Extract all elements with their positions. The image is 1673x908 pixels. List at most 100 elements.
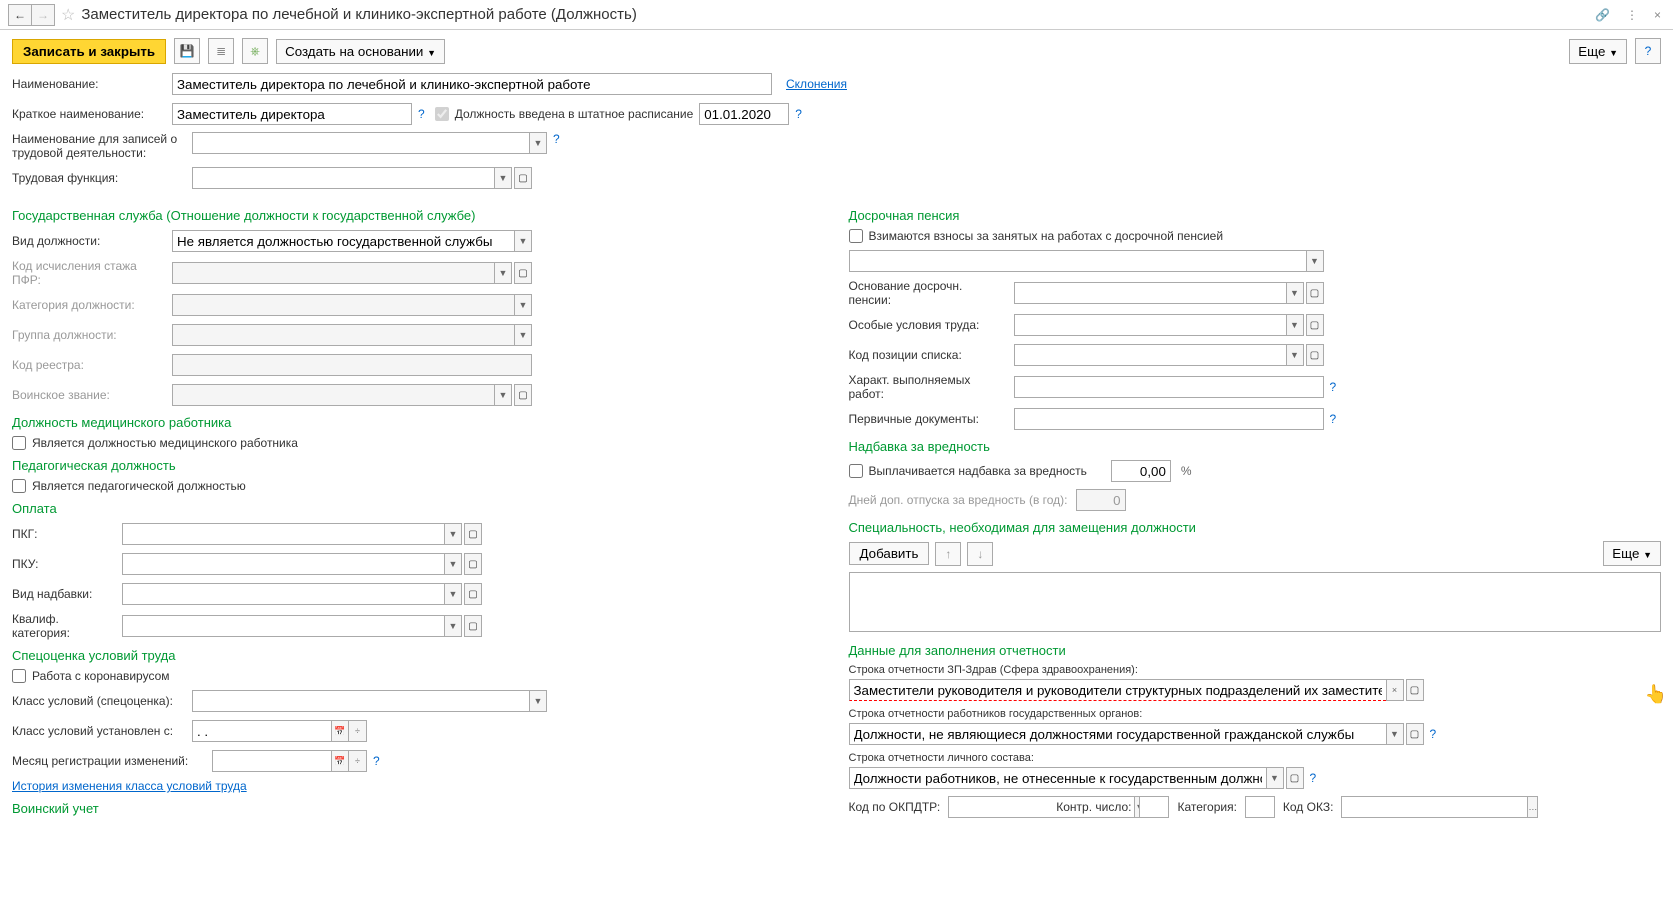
hazard-paid-checkbox[interactable]	[849, 464, 863, 478]
save-close-button[interactable]: Записать и закрыть	[12, 39, 166, 64]
work-nature-input[interactable]	[1014, 376, 1324, 398]
hazard-amount-input[interactable]	[1111, 460, 1171, 482]
control-num-input[interactable]	[1139, 796, 1169, 818]
work-nature-label: Характ. выполняемых работ:	[849, 373, 1014, 401]
spinner-button[interactable]: ÷	[349, 750, 367, 772]
dropdown-button[interactable]: ▼	[1306, 250, 1324, 272]
nav-back-button[interactable]: ←	[8, 4, 32, 26]
help-icon[interactable]: ?	[373, 754, 380, 768]
gov-workers-input[interactable]	[849, 723, 1386, 745]
help-icon[interactable]: ?	[795, 107, 802, 121]
specialty-list[interactable]	[849, 572, 1662, 632]
create-based-button[interactable]: Создать на основании ▼	[276, 39, 445, 64]
covid-checkbox[interactable]	[12, 669, 26, 683]
nav-forward-button[interactable]: →	[31, 4, 55, 26]
in-schedule-date-input[interactable]	[699, 103, 789, 125]
open-button[interactable]: ▢	[514, 167, 532, 189]
open-button[interactable]: ▢	[464, 553, 482, 575]
help-icon[interactable]: ?	[1430, 727, 1437, 741]
conditions-class-label: Класс условий (спецоценка):	[12, 694, 192, 708]
open-button[interactable]: ▢	[464, 583, 482, 605]
dropdown-button[interactable]: ▼	[1286, 282, 1304, 304]
favorite-star-icon[interactable]: ☆	[61, 5, 75, 25]
class-set-from-label: Класс условий установлен с:	[12, 724, 192, 738]
open-button[interactable]: ▢	[1406, 723, 1424, 745]
open-button[interactable]: ▢	[1306, 282, 1324, 304]
add-button[interactable]: Добавить	[849, 542, 930, 565]
help-icon[interactable]: ?	[553, 132, 560, 146]
open-button[interactable]: ▢	[464, 523, 482, 545]
conditions-input[interactable]	[1014, 314, 1286, 336]
is-pedagogical-checkbox[interactable]	[12, 479, 26, 493]
class-history-link[interactable]: История изменения класса условий труда	[12, 779, 247, 793]
labor-function-input[interactable]	[192, 167, 494, 189]
dropdown-button[interactable]: ▼	[444, 615, 462, 637]
dropdown-button[interactable]: ▼	[444, 583, 462, 605]
name-input[interactable]	[172, 73, 772, 95]
conditions-class-input[interactable]	[192, 690, 529, 712]
list-button[interactable]: ≣	[208, 38, 234, 64]
open-button[interactable]: ▢	[1306, 344, 1324, 366]
extra-days-input	[1076, 489, 1126, 511]
specialty-more-button[interactable]: Еще ▼	[1603, 541, 1661, 566]
pku-input[interactable]	[122, 553, 444, 575]
pfr-code-label: Код исчисления стажа ПФР:	[12, 259, 172, 287]
position-type-input[interactable]	[172, 230, 514, 252]
save-button[interactable]: 💾	[174, 38, 200, 64]
dropdown-button[interactable]: ▼	[529, 690, 547, 712]
calendar-button[interactable]: 📅	[331, 750, 349, 772]
pension-basis-input[interactable]	[1014, 282, 1286, 304]
move-down-button[interactable]: ↓	[967, 542, 993, 566]
dropdown-button[interactable]: ▼	[444, 523, 462, 545]
open-button[interactable]: ▢	[464, 615, 482, 637]
military-rank-label: Воинское звание:	[12, 388, 172, 402]
more-button[interactable]: Еще ▼	[1569, 39, 1627, 64]
qualif-category-input[interactable]	[122, 615, 444, 637]
calendar-button[interactable]: 📅	[331, 720, 349, 742]
category2-input[interactable]	[1245, 796, 1275, 818]
declensions-link[interactable]: Склонения	[786, 77, 847, 91]
reg-month-input[interactable]	[212, 750, 332, 772]
help-icon[interactable]: ?	[1330, 412, 1337, 426]
pkg-input[interactable]	[122, 523, 444, 545]
open-button[interactable]: ▢	[1286, 767, 1304, 789]
pfr-code-input	[172, 262, 494, 284]
allowance-type-input[interactable]	[122, 583, 444, 605]
structure-button[interactable]: ⎈	[242, 38, 268, 64]
position-category-input	[172, 294, 514, 316]
ellipsis-button[interactable]: …	[1527, 796, 1538, 818]
help-button[interactable]: ?	[1635, 38, 1661, 64]
pension-contributions-checkbox[interactable]	[849, 229, 863, 243]
zp-zdrav-input[interactable]	[849, 679, 1386, 701]
close-icon[interactable]: ×	[1650, 6, 1665, 24]
link-icon[interactable]: 🔗	[1591, 6, 1614, 24]
personnel-input[interactable]	[849, 767, 1266, 789]
military-reg-header: Воинский учет	[12, 801, 825, 816]
spinner-button[interactable]: ÷	[349, 720, 367, 742]
class-set-from933-input[interactable]	[192, 720, 332, 742]
dropdown-button[interactable]: ▼	[529, 132, 547, 154]
labor-record-input[interactable]	[192, 132, 529, 154]
dropdown-button[interactable]: ▼	[1266, 767, 1284, 789]
clear-button[interactable]: ×	[1386, 679, 1404, 701]
okz-input[interactable]	[1341, 796, 1527, 818]
dropdown-button[interactable]: ▼	[1286, 314, 1304, 336]
open-button[interactable]: ▢	[1306, 314, 1324, 336]
dropdown-button[interactable]: ▼	[1286, 344, 1304, 366]
menu-dots-icon[interactable]: ⋮	[1622, 6, 1642, 24]
move-up-button[interactable]: ↑	[935, 542, 961, 566]
dropdown-button[interactable]: ▼	[1386, 723, 1404, 745]
registry-code-input	[172, 354, 532, 376]
help-icon[interactable]: ?	[418, 107, 425, 121]
is-medical-checkbox[interactable]	[12, 436, 26, 450]
short-name-input[interactable]	[172, 103, 412, 125]
dropdown-button[interactable]: ▼	[514, 230, 532, 252]
primary-docs-input[interactable]	[1014, 408, 1324, 430]
open-button[interactable]: ▢	[1406, 679, 1424, 701]
dropdown-button[interactable]: ▼	[444, 553, 462, 575]
pension-dropdown-input[interactable]	[849, 250, 1306, 272]
dropdown-button[interactable]: ▼	[494, 167, 512, 189]
help-icon[interactable]: ?	[1310, 771, 1317, 785]
help-icon[interactable]: ?	[1330, 380, 1337, 394]
list-position-input[interactable]	[1014, 344, 1286, 366]
